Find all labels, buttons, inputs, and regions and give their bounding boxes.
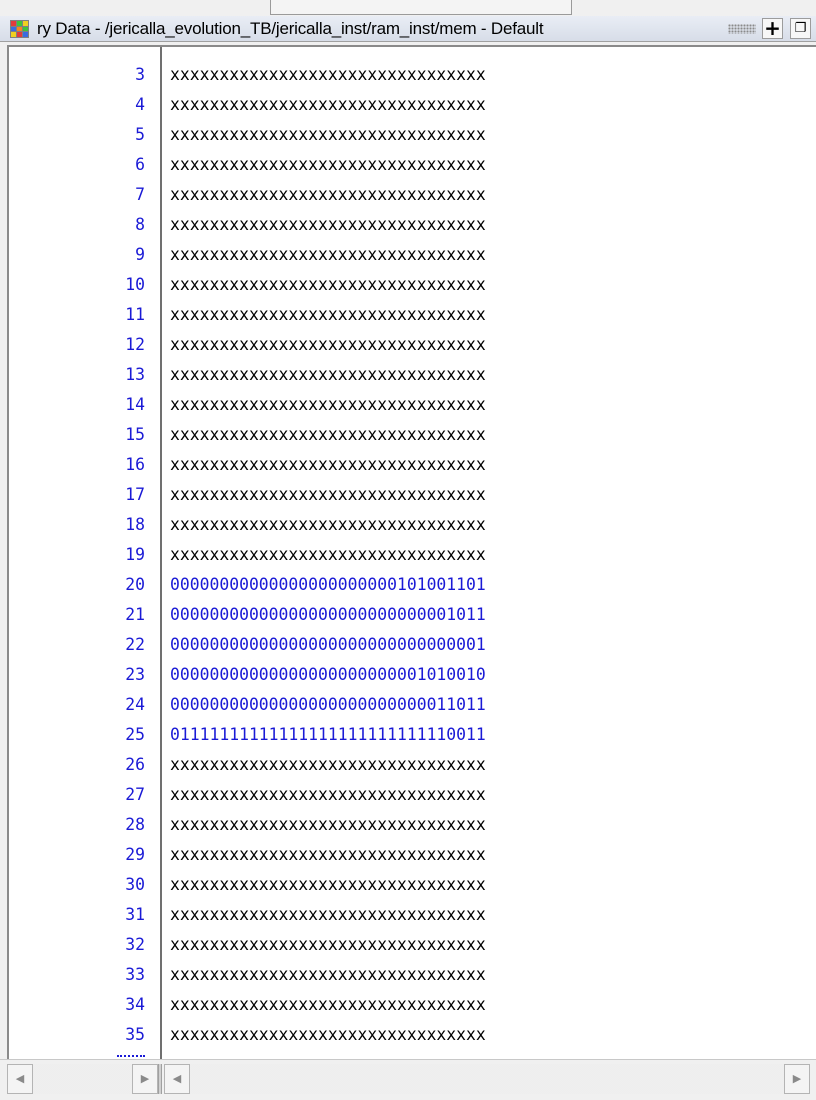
address-label: 31 xyxy=(125,905,145,924)
address-label: 28 xyxy=(125,815,145,834)
memory-word[interactable]: xxxxxxxxxxxxxxxxxxxxxxxxxxxxxxxx xyxy=(170,1020,486,1050)
address-label: 24 xyxy=(125,695,145,714)
address-label: 15 xyxy=(125,425,145,444)
memory-word[interactable]: 00000000000000000000000101001101 xyxy=(170,570,486,600)
address-label: 14 xyxy=(125,395,145,414)
address-label: 10 xyxy=(125,275,145,294)
gutter-scroll-left-button[interactable]: ◀ xyxy=(7,1064,33,1094)
window-title: ry Data - /jericalla_evolution_TB/jerica… xyxy=(37,19,544,38)
address-label: 20 xyxy=(125,575,145,594)
memory-word[interactable]: xxxxxxxxxxxxxxxxxxxxxxxxxxxxxxxx xyxy=(170,360,486,390)
address-label: 7 xyxy=(135,185,145,204)
memory-word[interactable]: xxxxxxxxxxxxxxxxxxxxxxxxxxxxxxxx xyxy=(170,960,486,990)
gutter-scroll-right-button[interactable]: ▶ xyxy=(132,1064,158,1094)
memory-word[interactable]: xxxxxxxxxxxxxxxxxxxxxxxxxxxxxxxx xyxy=(170,330,486,360)
memory-word[interactable]: xxxxxxxxxxxxxxxxxxxxxxxxxxxxxxxx xyxy=(170,450,486,480)
memory-word[interactable]: xxxxxxxxxxxxxxxxxxxxxxxxxxxxxxxx xyxy=(170,540,486,570)
content-scroll-track[interactable] xyxy=(190,1064,784,1094)
memory-word[interactable]: 01111111111111111111111111110011 xyxy=(170,720,486,750)
plus-icon[interactable]: + xyxy=(762,18,783,39)
memory-word[interactable]: xxxxxxxxxxxxxxxxxxxxxxxxxxxxxxxx xyxy=(170,120,486,150)
address-label: 6 xyxy=(135,155,145,174)
drag-grip-icon[interactable] xyxy=(728,24,756,34)
address-label: 16 xyxy=(125,455,145,474)
memory-word[interactable]: 00000000000000000000000000000001 xyxy=(170,630,486,660)
memory-view: 3 4 5 6 7 8 9 10 11 12 13 14 15 16 17 18 19 20 21 22 23 24 25 2… xyxy=(7,45,816,1059)
memory-word[interactable]: xxxxxxxxxxxxxxxxxxxxxxxxxxxxxxxx xyxy=(170,930,486,960)
address-label: 26 xyxy=(125,755,145,774)
address-label: 5 xyxy=(135,125,145,144)
undock-icon[interactable]: ❐ xyxy=(790,18,811,39)
address-label: 17 xyxy=(125,485,145,504)
content-scroll-left-button[interactable]: ◀ xyxy=(164,1064,190,1094)
memory-word[interactable]: xxxxxxxxxxxxxxxxxxxxxxxxxxxxxxxx xyxy=(170,390,486,420)
memory-word[interactable]: xxxxxxxxxxxxxxxxxxxxxxxxxxxxxxxx xyxy=(170,900,486,930)
address-label: 33 xyxy=(125,965,145,984)
memory-word[interactable]: 00000000000000000000000000011011 xyxy=(170,690,486,720)
address-label: 34 xyxy=(125,995,145,1014)
memory-word[interactable]: xxxxxxxxxxxxxxxxxxxxxxxxxxxxxxxx xyxy=(170,510,486,540)
pane-splitter[interactable] xyxy=(158,1064,162,1094)
horizontal-scrollbars: ◀ ▶ ◀ ▶ xyxy=(0,1059,816,1100)
address-label: 21 xyxy=(125,605,145,624)
memory-content[interactable]: xxxxxxxxxxxxxxxxxxxxxxxxxxxxxxxx xxxxxxxx… xyxy=(164,47,816,1059)
memory-word[interactable]: xxxxxxxxxxxxxxxxxxxxxxxxxxxxxxxx xyxy=(170,90,486,120)
memory-word[interactable]: xxxxxxxxxxxxxxxxxxxxxxxxxxxxxxxx xyxy=(170,60,486,90)
tab-stub[interactable] xyxy=(270,0,572,15)
content-scroll-right-button[interactable]: ▶ xyxy=(784,1064,810,1094)
address-label: 8 xyxy=(135,215,145,234)
address-label: 13 xyxy=(125,365,145,384)
address-label: 12 xyxy=(125,335,145,354)
memory-word[interactable]: xxxxxxxxxxxxxxxxxxxxxxxxxxxxxxxx xyxy=(170,870,486,900)
memory-word[interactable]: xxxxxxxxxxxxxxxxxxxxxxxxxxxxxxxx xyxy=(170,480,486,510)
address-label: 19 xyxy=(125,545,145,564)
memory-word[interactable]: xxxxxxxxxxxxxxxxxxxxxxxxxxxxxxxx xyxy=(170,780,486,810)
window-titlebar[interactable]: ry Data - /jericalla_evolution_TB/jerica… xyxy=(0,16,816,42)
address-label: 25 xyxy=(125,725,145,744)
memory-word[interactable]: xxxxxxxxxxxxxxxxxxxxxxxxxxxxxxxx xyxy=(170,840,486,870)
memory-word[interactable]: xxxxxxxxxxxxxxxxxxxxxxxxxxxxxxxx xyxy=(170,270,486,300)
memory-word[interactable]: xxxxxxxxxxxxxxxxxxxxxxxxxxxxxxxx xyxy=(170,750,486,780)
address-label: 22 xyxy=(125,635,145,654)
memory-word[interactable]: xxxxxxxxxxxxxxxxxxxxxxxxxxxxxxxx xyxy=(170,240,486,270)
memory-grid-icon xyxy=(10,20,29,38)
address-label: 35 xyxy=(125,1025,145,1044)
address-label: 30 xyxy=(125,875,145,894)
address-label: 29 xyxy=(125,845,145,864)
memory-word[interactable]: xxxxxxxxxxxxxxxxxxxxxxxxxxxxxxxx xyxy=(170,150,486,180)
address-label: 4 xyxy=(135,95,145,114)
address-label: 18 xyxy=(125,515,145,534)
address-label: 11 xyxy=(125,305,145,324)
address-gutter: 3 4 5 6 7 8 9 10 11 12 13 14 15 16 17 18 19 20 21 22 23 24 25 2… xyxy=(9,47,162,1059)
memory-word[interactable]: 00000000000000000000000001010010 xyxy=(170,660,486,690)
address-label: 23 xyxy=(125,665,145,684)
memory-word[interactable]: xxxxxxxxxxxxxxxxxxxxxxxxxxxxxxxx xyxy=(170,990,486,1020)
memory-word[interactable]: xxxxxxxxxxxxxxxxxxxxxxxxxxxxxxxx xyxy=(170,180,486,210)
memory-word[interactable]: xxxxxxxxxxxxxxxxxxxxxxxxxxxxxxxx xyxy=(170,810,486,840)
top-strip xyxy=(0,0,816,16)
memory-word[interactable]: 00000000000000000000000000001011 xyxy=(170,600,486,630)
address-label: 27 xyxy=(125,785,145,804)
memory-word[interactable]: xxxxxxxxxxxxxxxxxxxxxxxxxxxxxxxx xyxy=(170,210,486,240)
memory-word[interactable]: xxxxxxxxxxxxxxxxxxxxxxxxxxxxxxxx xyxy=(170,300,486,330)
memory-word[interactable]: xxxxxxxxxxxxxxxxxxxxxxxxxxxxxxxx xyxy=(170,420,486,450)
address-label: 32 xyxy=(125,935,145,954)
gutter-scroll-track[interactable] xyxy=(33,1064,132,1094)
address-label: 9 xyxy=(135,245,145,264)
address-label: 3 xyxy=(135,65,145,84)
